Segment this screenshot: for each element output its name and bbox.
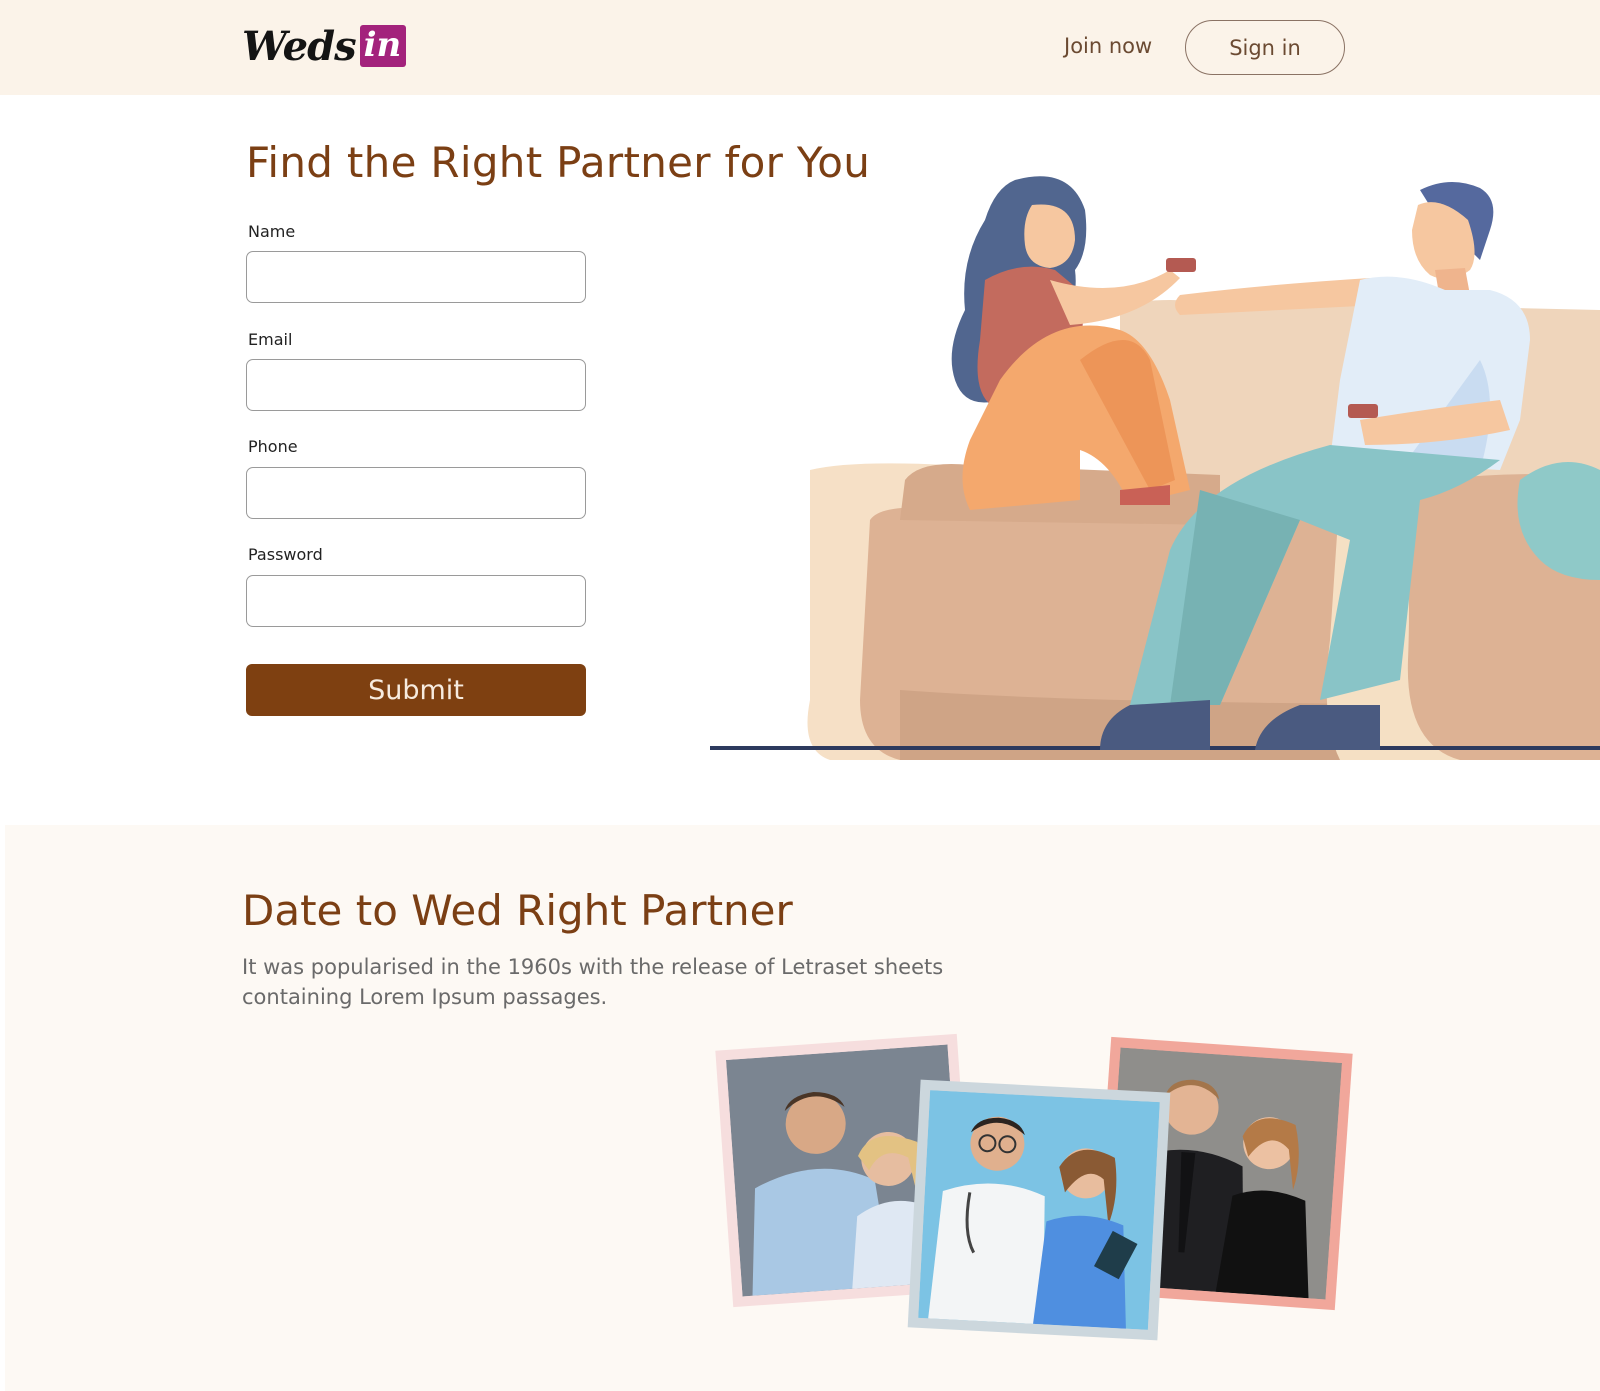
logo-text-weds: Weds <box>242 22 357 70</box>
couple-photo-medical <box>907 1079 1171 1341</box>
sign-in-button[interactable]: Sign in <box>1185 20 1345 75</box>
submit-button[interactable]: Submit <box>246 664 586 716</box>
name-input[interactable] <box>246 251 586 303</box>
section-title: Date to Wed Right Partner <box>242 886 793 935</box>
couple-on-sofa-illustration <box>710 176 1600 760</box>
name-label: Name <box>248 222 296 241</box>
phone-label: Phone <box>248 437 298 456</box>
logo-text-in: in <box>359 25 407 67</box>
join-now-link[interactable]: Join now <box>1064 34 1152 58</box>
phone-input[interactable] <box>246 467 586 519</box>
top-navbar: Weds in Join now Sign in <box>0 0 1600 95</box>
password-label: Password <box>248 545 323 564</box>
email-input[interactable] <box>246 359 586 411</box>
brand-logo[interactable]: Weds in <box>242 22 407 70</box>
section-description: It was popularised in the 1960s with the… <box>242 955 944 1009</box>
password-input[interactable] <box>246 575 586 627</box>
email-label: Email <box>248 330 293 349</box>
